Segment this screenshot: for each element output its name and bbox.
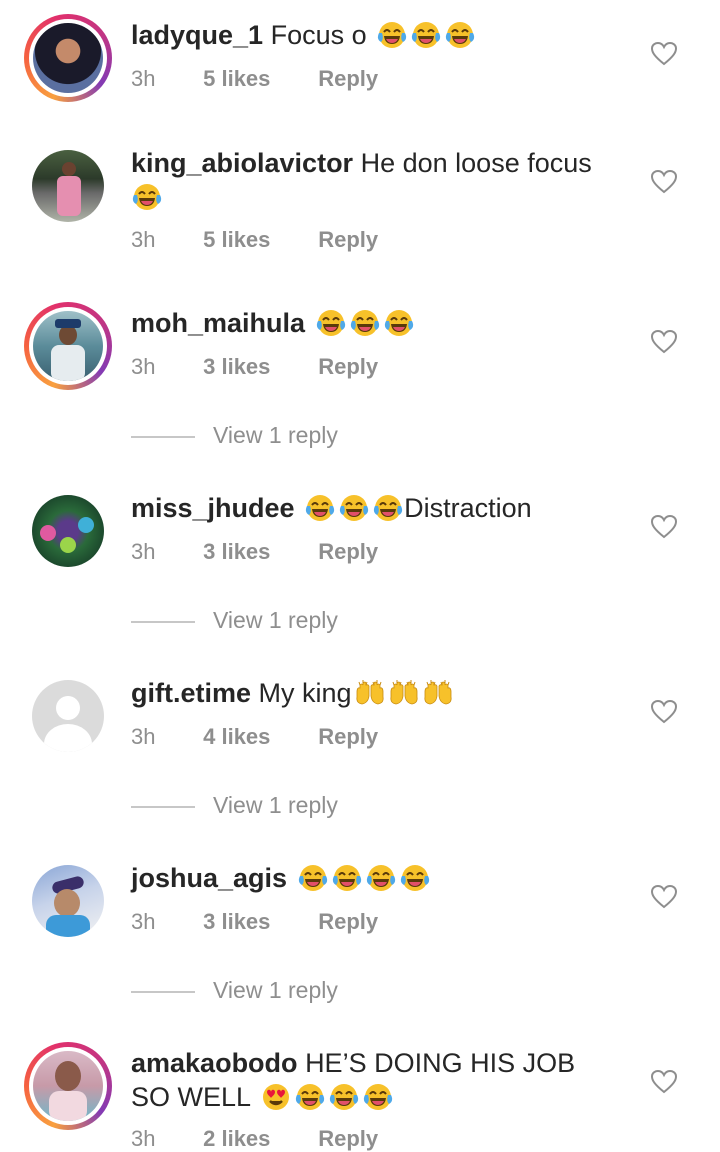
heart-outline-icon[interactable] (650, 169, 678, 195)
view-replies-label: View 1 reply (213, 792, 338, 818)
view-replies-label: View 1 reply (213, 422, 338, 448)
comment-text: Focus o (270, 20, 367, 50)
view-replies-label: View 1 reply (213, 607, 338, 633)
comment-username[interactable]: miss_jhudee (131, 493, 295, 523)
face-with-tears-of-joy-emoji (362, 1082, 394, 1112)
comment-text: Distraction (404, 493, 532, 523)
heart-outline-icon[interactable] (650, 884, 678, 910)
comment-username[interactable]: gift.etime (131, 678, 251, 708)
view-replies-button[interactable]: View 1 reply (131, 422, 338, 449)
reply-button[interactable]: Reply (318, 227, 378, 253)
raised-hands-emoji (422, 678, 454, 708)
face-with-tears-of-joy-emoji (410, 20, 442, 50)
divider (131, 805, 195, 808)
comment-time: 3h (131, 539, 156, 564)
reply-button[interactable]: Reply (318, 539, 378, 565)
comment-meta: 3h 3 likes Reply (131, 539, 378, 565)
comment-text: He don loose focus (360, 148, 592, 178)
face-with-tears-of-joy-emoji (365, 863, 397, 893)
face-with-tears-of-joy-emoji (304, 493, 336, 523)
view-replies-button[interactable]: View 1 reply (131, 977, 338, 1004)
face-with-tears-of-joy-emoji (338, 493, 370, 523)
face-with-tears-of-joy-emoji (383, 308, 415, 338)
raised-hands-emoji (388, 678, 420, 708)
avatar[interactable] (32, 495, 104, 567)
comment-meta: 3h 2 likes Reply (131, 1126, 378, 1152)
comment-meta: 3h 5 likes Reply (131, 66, 378, 92)
comment-meta: 3h 4 likes Reply (131, 724, 378, 750)
divider (131, 435, 195, 438)
view-replies-label: View 1 reply (213, 977, 338, 1003)
comment-likes[interactable]: 4 likes (203, 724, 312, 750)
comment-time: 3h (131, 724, 156, 749)
reply-button[interactable]: Reply (318, 1126, 378, 1152)
comment-time: 3h (131, 66, 156, 91)
raised-hands-emoji (354, 678, 386, 708)
heart-outline-icon[interactable] (650, 699, 678, 725)
face-with-tears-of-joy-emoji (297, 863, 329, 893)
heart-outline-icon[interactable] (650, 514, 678, 540)
divider (131, 620, 195, 623)
face-with-tears-of-joy-emoji (349, 308, 381, 338)
avatar[interactable] (24, 302, 112, 390)
face-with-tears-of-joy-emoji (399, 863, 431, 893)
comment-username[interactable]: joshua_agis (131, 863, 287, 893)
comment-text: My king (258, 678, 352, 708)
reply-button[interactable]: Reply (318, 724, 378, 750)
reply-button[interactable]: Reply (318, 909, 378, 935)
avatar[interactable] (24, 14, 112, 102)
comment-username[interactable]: king_abiolavictor (131, 148, 353, 178)
comment-meta: 3h 5 likes Reply (131, 227, 378, 253)
face-with-tears-of-joy-emoji (376, 20, 408, 50)
avatar[interactable] (32, 865, 104, 937)
comment-likes[interactable]: 3 likes (203, 539, 312, 565)
comment-likes[interactable]: 5 likes (203, 227, 312, 253)
avatar[interactable] (24, 1042, 112, 1130)
divider (131, 990, 195, 993)
reply-button[interactable]: Reply (318, 66, 378, 92)
comment-time: 3h (131, 909, 156, 934)
comment-likes[interactable]: 2 likes (203, 1126, 312, 1152)
heart-outline-icon[interactable] (650, 41, 678, 67)
heart-eyes-emoji (260, 1082, 292, 1112)
comment-meta: 3h 3 likes Reply (131, 909, 378, 935)
comment-likes[interactable]: 3 likes (203, 909, 312, 935)
view-replies-button[interactable]: View 1 reply (131, 607, 338, 634)
face-with-tears-of-joy-emoji (328, 1082, 360, 1112)
face-with-tears-of-joy-emoji (294, 1082, 326, 1112)
comment-username[interactable]: moh_maihula (131, 308, 305, 338)
face-with-tears-of-joy-emoji (331, 863, 363, 893)
comment-likes[interactable]: 5 likes (203, 66, 312, 92)
reply-button[interactable]: Reply (318, 354, 378, 380)
comment-username[interactable]: amakaobodo (131, 1048, 298, 1078)
comment-likes[interactable]: 3 likes (203, 354, 312, 380)
face-with-tears-of-joy-emoji (372, 493, 404, 523)
avatar-placeholder[interactable] (32, 680, 104, 752)
face-with-tears-of-joy-emoji (315, 308, 347, 338)
heart-outline-icon[interactable] (650, 329, 678, 355)
comment-time: 3h (131, 354, 156, 379)
comment-time: 3h (131, 227, 156, 252)
comment-time: 3h (131, 1126, 156, 1151)
comment-username[interactable]: ladyque_1 (131, 20, 263, 50)
heart-outline-icon[interactable] (650, 1069, 678, 1095)
face-with-tears-of-joy-emoji (444, 20, 476, 50)
face-with-tears-of-joy-emoji (131, 182, 163, 212)
view-replies-button[interactable]: View 1 reply (131, 792, 338, 819)
comment-meta: 3h 3 likes Reply (131, 354, 378, 380)
avatar[interactable] (32, 150, 104, 222)
